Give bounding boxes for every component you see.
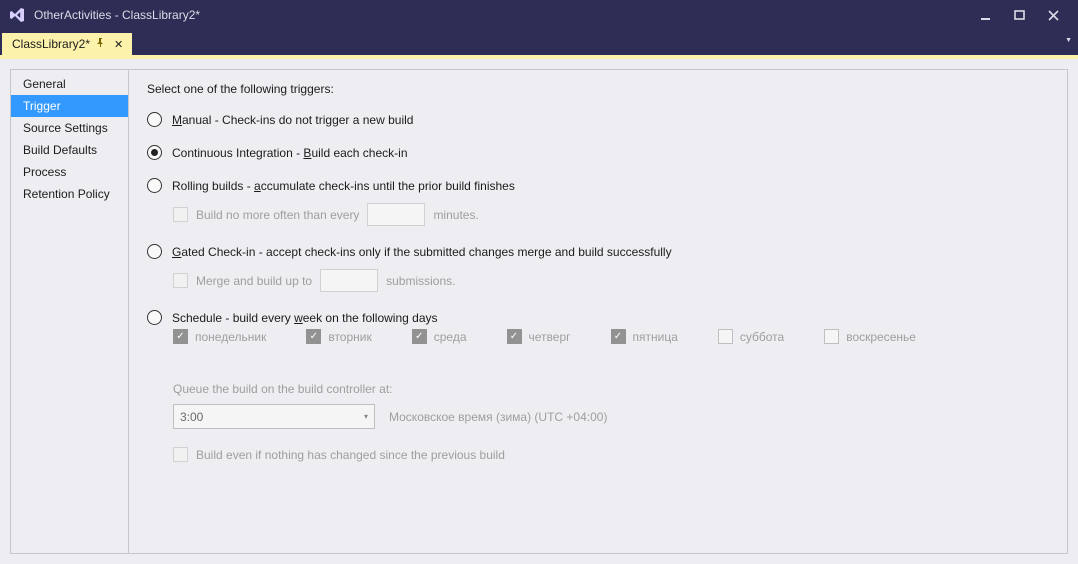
document-tab[interactable]: ClassLibrary2* ✕ — [2, 33, 132, 55]
minimize-button[interactable] — [968, 4, 1002, 26]
chk-day-thu — [507, 329, 522, 344]
maximize-button[interactable] — [1002, 4, 1036, 26]
input-gated-submissions — [320, 269, 378, 292]
radio-rolling[interactable] — [147, 178, 162, 193]
document-tab-label: ClassLibrary2* — [12, 37, 90, 51]
build-even-label: Build even if nothing has changed since … — [196, 448, 505, 462]
radio-gated[interactable] — [147, 244, 162, 259]
build-even-row: Build even if nothing has changed since … — [173, 447, 1047, 462]
chk-day-mon — [173, 329, 188, 344]
build-definition-panel: General Trigger Source Settings Build De… — [10, 69, 1068, 554]
day-sat: суббота — [718, 329, 784, 344]
category-sidebar: General Trigger Source Settings Build De… — [11, 70, 129, 553]
queue-row: 3:00 ▾ Московское время (зима) (UTC +04:… — [173, 404, 1047, 429]
close-tab-icon[interactable]: ✕ — [111, 38, 126, 51]
option-schedule[interactable]: Schedule - build every week on the follo… — [147, 310, 1047, 325]
option-continuous-integration[interactable]: Continuous Integration - Build each chec… — [147, 145, 1047, 160]
trigger-settings: Select one of the following triggers: Ma… — [129, 70, 1067, 553]
sidebar-item-build-defaults[interactable]: Build Defaults — [11, 139, 128, 161]
sidebar-item-retention-policy[interactable]: Retention Policy — [11, 183, 128, 205]
sidebar-item-trigger[interactable]: Trigger — [11, 95, 128, 117]
option-manual[interactable]: Manual - Check-ins do not trigger a new … — [147, 112, 1047, 127]
rolling-subrow: Build no more often than every minutes. — [173, 203, 1047, 226]
vs-logo-icon — [8, 6, 26, 24]
sidebar-item-source-settings[interactable]: Source Settings — [11, 117, 128, 139]
day-mon: понедельник — [173, 329, 266, 344]
schedule-days: понедельник вторник среда четверг пятниц… — [173, 329, 1047, 344]
option-gated[interactable]: Gated Check-in - accept check-ins only i… — [147, 244, 1047, 259]
label-manual: Manual - Check-ins do not trigger a new … — [172, 113, 413, 127]
day-tue: вторник — [306, 329, 371, 344]
chk-day-fri — [611, 329, 626, 344]
day-wed: среда — [412, 329, 467, 344]
chk-rolling-frequency — [173, 207, 188, 222]
gated-sub-pre: Merge and build up to — [196, 274, 312, 288]
pin-icon[interactable] — [96, 38, 105, 50]
chk-day-tue — [306, 329, 321, 344]
content-area: General Trigger Source Settings Build De… — [0, 59, 1078, 564]
option-rolling[interactable]: Rolling builds - accumulate check-ins un… — [147, 178, 1047, 193]
document-tab-strip: ClassLibrary2* ✕ ▼ — [0, 30, 1078, 55]
chk-build-even — [173, 447, 188, 462]
day-thu: четверг — [507, 329, 571, 344]
window-title: OtherActivities - ClassLibrary2* — [34, 8, 200, 22]
chk-day-sat — [718, 329, 733, 344]
day-fri: пятница — [611, 329, 678, 344]
label-rolling: Rolling builds - accumulate check-ins un… — [172, 179, 515, 193]
chevron-down-icon: ▾ — [364, 412, 368, 421]
gated-sub-after: submissions. — [386, 274, 455, 288]
label-continuous-integration: Continuous Integration - Build each chec… — [172, 146, 408, 160]
page-heading: Select one of the following triggers: — [147, 82, 1047, 96]
input-rolling-minutes — [367, 203, 425, 226]
radio-manual[interactable] — [147, 112, 162, 127]
chk-day-wed — [412, 329, 427, 344]
label-gated: Gated Check-in - accept check-ins only i… — [172, 245, 672, 259]
tab-overflow-icon[interactable]: ▼ — [1065, 37, 1072, 44]
radio-schedule[interactable] — [147, 310, 162, 325]
queue-time-value: 3:00 — [180, 410, 203, 424]
chk-day-sun — [824, 329, 839, 344]
close-button[interactable] — [1036, 4, 1070, 26]
titlebar: OtherActivities - ClassLibrary2* — [0, 0, 1078, 30]
rolling-sub-pre: Build no more often than every — [196, 208, 359, 222]
label-schedule: Schedule - build every week on the follo… — [172, 311, 438, 325]
queue-time-dropdown: 3:00 ▾ — [173, 404, 375, 429]
gated-subrow: Merge and build up to submissions. — [173, 269, 1047, 292]
sidebar-item-process[interactable]: Process — [11, 161, 128, 183]
sidebar-item-general[interactable]: General — [11, 73, 128, 95]
day-sun: воскресенье — [824, 329, 916, 344]
rolling-sub-after: minutes. — [433, 208, 478, 222]
radio-continuous-integration[interactable] — [147, 145, 162, 160]
chk-gated-merge-limit — [173, 273, 188, 288]
queue-label: Queue the build on the build controller … — [173, 382, 1047, 396]
queue-timezone: Московское время (зима) (UTC +04:00) — [389, 410, 607, 424]
